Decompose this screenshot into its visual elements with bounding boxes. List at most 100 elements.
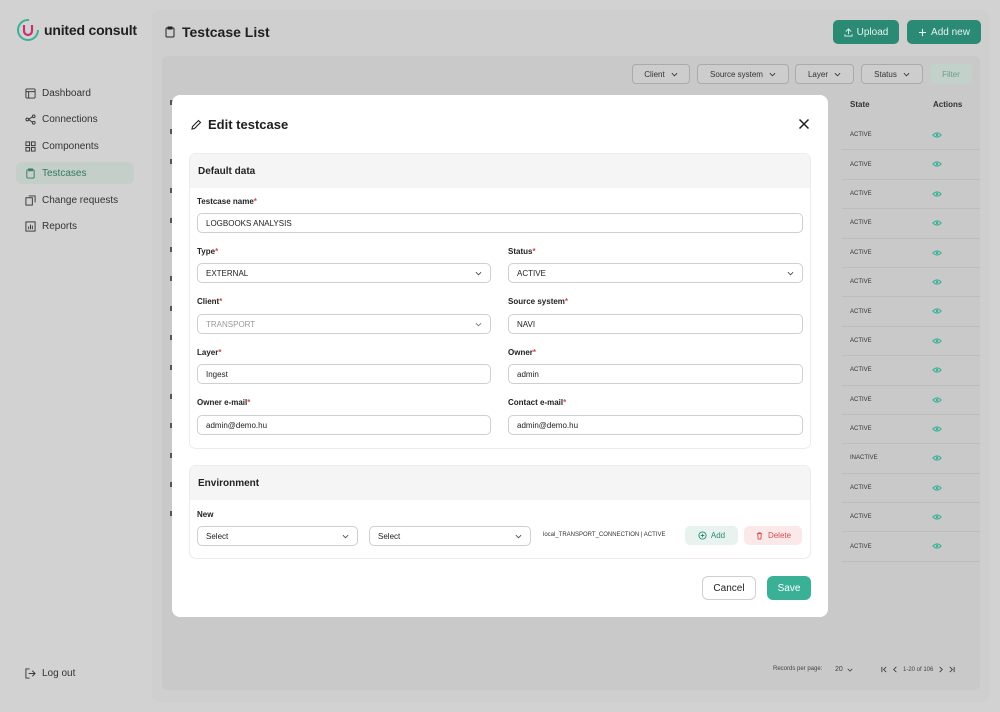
- page-title: Testcase List: [164, 24, 270, 40]
- modal-title: Edit testcase: [190, 117, 288, 132]
- column-header-actions: Actions: [933, 100, 963, 109]
- layer-filter[interactable]: Layer: [795, 64, 854, 84]
- env-select-2[interactable]: Select: [369, 526, 531, 546]
- view-eye-icon[interactable]: [932, 219, 942, 227]
- env-add-button[interactable]: Add: [685, 526, 738, 545]
- row-state: ACTIVE: [850, 514, 872, 521]
- sidebar-item-dashboard[interactable]: Dashboard: [16, 82, 134, 104]
- source-system-filter[interactable]: Source system: [697, 64, 789, 84]
- table-row: ACTIVE: [842, 532, 980, 562]
- contact-email-input[interactable]: admin@demo.hu: [508, 415, 803, 435]
- upload-label: Upload: [856, 26, 889, 38]
- save-button[interactable]: Save: [767, 576, 811, 600]
- view-eye-icon[interactable]: [932, 278, 942, 286]
- filter-button[interactable]: Filter: [930, 64, 972, 84]
- view-eye-icon[interactable]: [932, 542, 942, 550]
- owner-email-input[interactable]: admin@demo.hu: [197, 415, 491, 435]
- required-mark: *: [532, 247, 536, 256]
- logout-button[interactable]: Log out: [25, 668, 75, 679]
- required-mark: *: [563, 398, 567, 407]
- type-label: Type*: [197, 247, 218, 256]
- table-row: ACTIVE: [842, 503, 980, 533]
- env-select-1[interactable]: Select: [197, 526, 358, 546]
- table-row: ACTIVE: [842, 180, 980, 210]
- view-eye-icon[interactable]: [932, 190, 942, 198]
- chevron-down-icon: [769, 72, 776, 76]
- reports-icon: [25, 221, 36, 233]
- sidebar-item-label: Reports: [42, 221, 78, 233]
- client-select[interactable]: TRANSPORT: [197, 314, 491, 334]
- filter-button-label: Filter: [942, 69, 960, 79]
- view-eye-icon[interactable]: [932, 454, 942, 462]
- sidebar-nav: Dashboard Connections Components Testcas…: [16, 82, 134, 243]
- required-mark: *: [219, 297, 223, 306]
- dashboard-icon: [25, 87, 36, 99]
- label-text: Testcase name: [197, 197, 254, 206]
- pencil-icon: [191, 119, 202, 130]
- sidebar-item-connections[interactable]: Connections: [16, 109, 134, 131]
- sidebar-item-label: Dashboard: [42, 87, 91, 99]
- section-title: Default data: [190, 154, 810, 188]
- layer-input[interactable]: Ingest: [197, 364, 491, 384]
- plus-icon: [918, 28, 927, 36]
- cancel-button[interactable]: Cancel: [702, 576, 756, 600]
- chevron-down-icon: [475, 322, 482, 327]
- status-filter-label: Status: [874, 69, 897, 79]
- modal-title-text: Edit testcase: [208, 117, 289, 132]
- testcases-icon: [165, 26, 175, 38]
- status-filter[interactable]: Status: [861, 64, 923, 84]
- client-filter[interactable]: Client: [632, 64, 690, 84]
- upload-button[interactable]: Upload: [833, 20, 899, 44]
- connections-icon: [25, 114, 36, 125]
- view-eye-icon[interactable]: [932, 425, 942, 433]
- view-eye-icon[interactable]: [932, 513, 942, 521]
- last-page-icon[interactable]: [948, 666, 955, 673]
- owner-input[interactable]: admin: [508, 364, 803, 384]
- sidebar-item-components[interactable]: Components: [16, 136, 134, 158]
- status-value: ACTIVE: [517, 268, 546, 278]
- logo-mark-icon: [17, 19, 39, 41]
- view-eye-icon[interactable]: [932, 307, 942, 315]
- view-eye-icon[interactable]: [932, 484, 942, 492]
- trash-icon: [756, 532, 763, 540]
- view-eye-icon[interactable]: [932, 160, 942, 168]
- env-new-label: New: [197, 510, 214, 519]
- env-delete-button[interactable]: Delete: [744, 526, 802, 545]
- chevron-down-icon: [342, 534, 349, 539]
- prev-page-icon[interactable]: [892, 666, 899, 673]
- close-icon[interactable]: [798, 118, 810, 130]
- view-eye-icon[interactable]: [932, 337, 942, 345]
- source-system-input[interactable]: NAVI: [508, 314, 803, 334]
- first-page-icon[interactable]: [881, 666, 888, 673]
- sidebar-item-testcases[interactable]: Testcases: [16, 162, 134, 185]
- view-eye-icon[interactable]: [932, 249, 942, 257]
- add-new-button[interactable]: Add new: [907, 20, 981, 44]
- required-mark: *: [215, 247, 219, 256]
- sidebar-item-label: Components: [42, 141, 99, 153]
- contact-email-label: Contact e-mail*: [508, 398, 566, 407]
- section-title: Environment: [190, 466, 810, 500]
- sidebar-item-change-requests[interactable]: Change requests: [16, 189, 134, 211]
- client-filter-label: Client: [644, 69, 665, 79]
- view-eye-icon[interactable]: [932, 131, 942, 139]
- row-state: ACTIVE: [850, 249, 872, 256]
- upload-icon: [844, 27, 853, 37]
- table-row: ACTIVE: [842, 327, 980, 357]
- table-row: ACTIVE: [842, 150, 980, 180]
- next-page-icon[interactable]: [937, 666, 944, 673]
- row-state: ACTIVE: [850, 484, 872, 491]
- column-header-state[interactable]: State: [850, 100, 870, 109]
- status-select[interactable]: ACTIVE: [508, 263, 803, 283]
- sidebar-item-label: Change requests: [42, 194, 119, 206]
- env-delete-label: Delete: [767, 531, 792, 540]
- type-select[interactable]: EXTERNAL: [197, 263, 491, 283]
- label-text: Contact e-mail: [508, 398, 564, 407]
- label-text: Client: [197, 297, 220, 306]
- view-eye-icon[interactable]: [932, 366, 942, 374]
- view-eye-icon[interactable]: [932, 396, 942, 404]
- records-per-page-select[interactable]: 20: [835, 666, 853, 673]
- testcase-name-input[interactable]: LOGBOOKS ANALYSIS: [197, 213, 803, 233]
- chevron-down-icon: [834, 72, 841, 76]
- brand-logo[interactable]: united consult: [16, 18, 137, 42]
- sidebar-item-reports[interactable]: Reports: [16, 216, 134, 238]
